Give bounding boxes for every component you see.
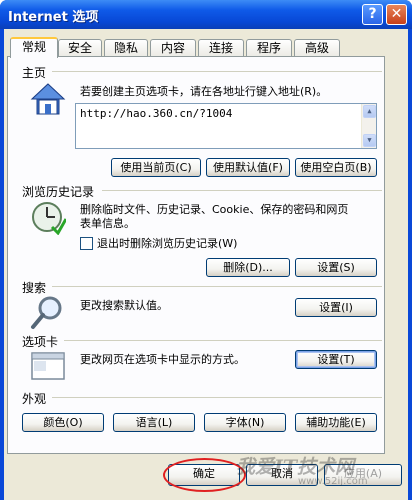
textarea-scrollbar[interactable]: ▲ ▼: [361, 104, 376, 148]
search-description: 更改搜索默认值。: [80, 299, 168, 312]
tabs-window-icon: [31, 352, 65, 380]
delete-history-on-exit-label[interactable]: 退出时删除浏览历史记录(W): [97, 237, 237, 251]
scroll-up-arrow-icon[interactable]: ▲: [363, 105, 376, 118]
tab-connections[interactable]: 连接: [198, 39, 244, 56]
home-group-label: 主页: [22, 64, 50, 81]
tabs-group-line: [64, 340, 382, 341]
accessibility-button[interactable]: 辅助功能(E): [295, 413, 377, 432]
tab-content[interactable]: 内容: [150, 39, 196, 56]
watermark-text: 我爱IT技术网: [236, 456, 355, 478]
delete-history-button[interactable]: 删除(D)...: [206, 258, 290, 277]
home-page-url: http://hao.360.cn/?1004: [80, 107, 233, 120]
delete-history-on-exit-checkbox[interactable]: [80, 237, 93, 250]
use-blank-button[interactable]: 使用空白页(B): [295, 158, 377, 177]
ok-button-highlight-ellipse: [163, 458, 246, 492]
search-group-line: [52, 286, 382, 287]
search-settings-button[interactable]: 设置(I): [295, 298, 377, 317]
tab-general[interactable]: 常规: [10, 37, 58, 58]
appearance-group-label: 外观: [22, 390, 50, 407]
watermark-url: www.52ij.com: [298, 476, 368, 487]
dialog-client-area: 常规 安全 隐私 内容 连接 程序 高级 主页 若要创建主页选项卡，请在各地址行…: [4, 29, 408, 500]
tab-security[interactable]: 安全: [58, 39, 102, 56]
home-group-line: [52, 71, 382, 72]
search-group-label: 搜索: [22, 279, 50, 296]
close-button[interactable]: ✕: [386, 4, 407, 25]
use-default-button[interactable]: 使用默认值(F): [206, 158, 290, 177]
window-title: Internet 选项: [8, 10, 99, 25]
internet-options-window: Internet 选项 ? ✕ 常规 安全 隐私 内容 连接 程序 高级 主页 …: [0, 0, 412, 500]
history-clock-icon: [32, 202, 66, 235]
tabs-group-label: 选项卡: [22, 333, 62, 350]
history-description-line2: 表单信息。: [80, 217, 135, 230]
tab-programs[interactable]: 程序: [246, 39, 292, 56]
languages-button[interactable]: 语言(L): [113, 413, 195, 432]
history-group-line: [102, 190, 382, 191]
history-group-label: 浏览历史记录: [22, 183, 98, 200]
home-icon: [30, 83, 66, 115]
tabs-description: 更改网页在选项卡中显示的方式。: [80, 353, 245, 366]
home-description: 若要创建主页选项卡，请在各地址行键入地址(R)。: [80, 85, 328, 98]
home-page-address-textarea[interactable]: http://hao.360.cn/?1004 ▲ ▼: [75, 103, 377, 149]
tabs-settings-button[interactable]: 设置(T): [295, 350, 377, 369]
help-button[interactable]: ?: [362, 4, 383, 25]
search-magnifier-icon: [31, 296, 62, 329]
tab-privacy[interactable]: 隐私: [104, 39, 148, 56]
use-current-button[interactable]: 使用当前页(C): [111, 158, 201, 177]
tab-advanced[interactable]: 高级: [294, 39, 340, 56]
history-description-line1: 删除临时文件、历史记录、Cookie、保存的密码和网页: [80, 203, 349, 216]
title-bar[interactable]: Internet 选项 ? ✕: [0, 0, 412, 29]
fonts-button[interactable]: 字体(N): [204, 413, 286, 432]
colors-button[interactable]: 颜色(O): [22, 413, 104, 432]
history-settings-button[interactable]: 设置(S): [295, 258, 377, 277]
scroll-down-arrow-icon[interactable]: ▼: [363, 134, 376, 147]
appearance-group-line: [52, 397, 382, 398]
